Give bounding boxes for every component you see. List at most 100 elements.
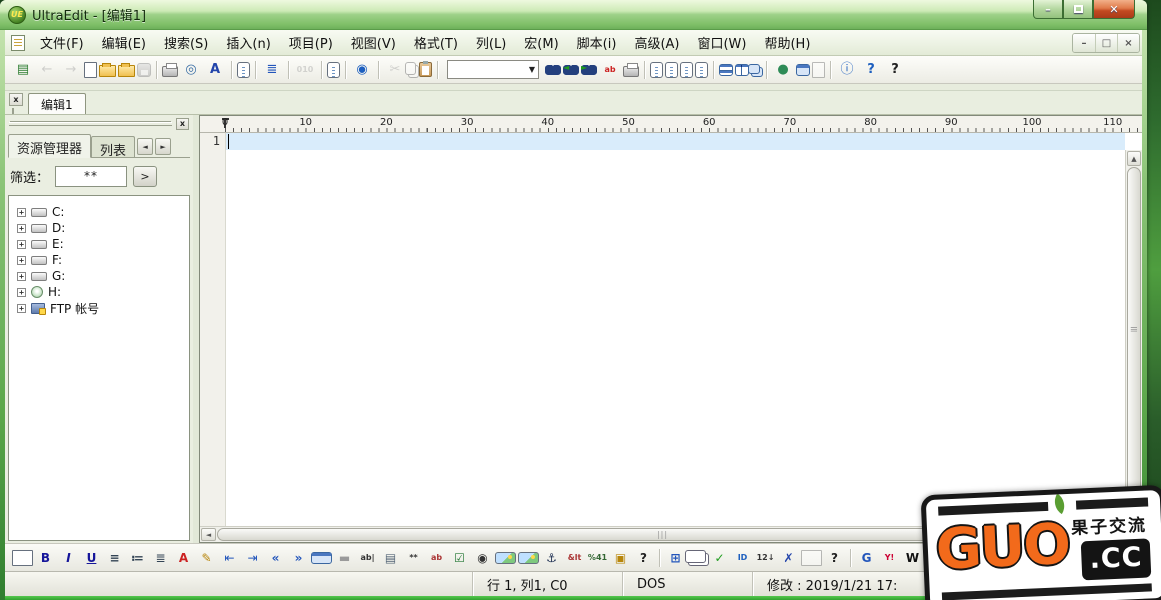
align-right-icon[interactable] — [680, 62, 693, 78]
print-icon[interactable] — [162, 66, 178, 77]
menu-item-6[interactable]: 格式(T) — [405, 30, 467, 55]
menu-item-2[interactable]: 搜索(S) — [155, 30, 217, 55]
filter-input[interactable]: ** — [55, 166, 127, 187]
yahoo-search-icon[interactable]: Y! — [879, 548, 900, 568]
menu-item-3[interactable]: 插入(n) — [217, 30, 279, 55]
form-box-icon[interactable] — [311, 552, 332, 564]
tab-scroll-right-icon[interactable]: ► — [155, 138, 171, 155]
id-icon[interactable]: ID — [732, 548, 753, 568]
table-icon[interactable]: ⊞ — [665, 548, 686, 568]
filter-apply-button[interactable]: > — [133, 166, 157, 187]
expand-icon[interactable]: + — [17, 288, 26, 297]
find-prev-icon[interactable]: ◄ — [563, 65, 579, 75]
paste-icon[interactable] — [419, 62, 432, 77]
tab-explorer[interactable]: 资源管理器 — [8, 134, 91, 158]
tree-item-f[interactable]: +F: — [13, 252, 185, 268]
help-icon[interactable]: ? — [884, 60, 906, 80]
textfield-icon[interactable]: ab| — [357, 548, 378, 568]
image-icon[interactable] — [495, 552, 516, 564]
expand-icon[interactable]: + — [17, 256, 26, 265]
scroll-up-icon[interactable]: ▲ — [1127, 151, 1141, 166]
menu-item-9[interactable]: 脚本(i) — [568, 30, 626, 55]
context-help-icon[interactable]: ? — [860, 60, 882, 80]
panel-grip[interactable] — [9, 122, 172, 126]
copy-html-icon[interactable] — [685, 550, 706, 563]
expand-icon[interactable]: + — [17, 240, 26, 249]
align-center-icon[interactable] — [665, 62, 678, 78]
text-area[interactable] — [226, 133, 1142, 526]
menu-item-12[interactable]: 帮助(H) — [755, 30, 819, 55]
find-combobox[interactable]: ▼ — [447, 60, 539, 79]
google-search-icon[interactable]: G — [856, 548, 877, 568]
bold-icon[interactable]: B — [35, 548, 56, 568]
tool-help-icon[interactable]: ? — [824, 548, 845, 568]
cascade-icon[interactable] — [748, 64, 760, 74]
tree-item-d[interactable]: +D: — [13, 220, 185, 236]
tree-item-e[interactable]: +E: — [13, 236, 185, 252]
menu-item-8[interactable]: 宏(M) — [515, 30, 567, 55]
entity-icon[interactable]: &lt — [564, 548, 585, 568]
html-help-icon[interactable]: ? — [633, 548, 654, 568]
browser-view-icon[interactable]: ◉ — [351, 60, 373, 80]
italic-icon[interactable]: I — [58, 548, 79, 568]
radio-icon[interactable]: ◉ — [472, 548, 493, 568]
numbered-list-icon[interactable]: ≣ — [150, 548, 171, 568]
expand-icon[interactable]: + — [17, 208, 26, 217]
highlight-icon[interactable]: ✎ — [196, 548, 217, 568]
find-icon[interactable] — [545, 65, 561, 75]
listbox-icon[interactable]: ▤ — [380, 548, 401, 568]
expand-icon[interactable]: + — [17, 304, 26, 313]
vertical-scroll-thumb[interactable] — [1127, 167, 1141, 493]
tab-close-button[interactable]: x — [9, 93, 23, 106]
underline-icon[interactable]: U — [81, 548, 102, 568]
tab-list[interactable]: 列表 — [91, 136, 135, 157]
print-preview-icon[interactable]: ◎ — [180, 60, 202, 80]
tab-edit1[interactable]: 编辑1 — [28, 93, 86, 114]
show-window-icon[interactable] — [796, 64, 810, 76]
find-in-files-icon[interactable] — [623, 66, 639, 77]
anchor-icon[interactable]: ⚓ — [541, 548, 562, 568]
page-setup-icon[interactable] — [237, 62, 250, 78]
expand-icon[interactable]: + — [17, 272, 26, 281]
close-button[interactable]: ✕ — [1093, 0, 1135, 19]
label-field-icon[interactable]: ab — [426, 548, 447, 568]
menu-item-1[interactable]: 编辑(E) — [93, 30, 155, 55]
vertical-scrollbar[interactable]: ▲ ▼ — [1125, 150, 1142, 510]
align-left-icon[interactable] — [650, 62, 663, 78]
find-next-icon[interactable]: ► — [581, 65, 597, 75]
font-color-icon[interactable]: A — [173, 548, 194, 568]
tree-item-c[interactable]: +C: — [13, 204, 185, 220]
indent-left-icon[interactable]: « — [265, 548, 286, 568]
outdent-icon[interactable]: ⇤ — [219, 548, 240, 568]
panel-close-button[interactable]: x — [176, 118, 189, 130]
open-file-icon[interactable] — [99, 65, 116, 77]
scroll-left-icon[interactable]: ◄ — [201, 528, 216, 541]
menu-item-10[interactable]: 高级(A) — [625, 30, 688, 55]
tile-vertical-icon[interactable] — [735, 64, 749, 76]
menu-item-4[interactable]: 项目(P) — [280, 30, 342, 55]
font-icon[interactable]: A — [204, 60, 226, 80]
info-icon[interactable]: ⓘ — [836, 60, 858, 80]
indent-icon[interactable]: ⇥ — [242, 548, 263, 568]
syntax-highlight-icon[interactable] — [327, 62, 340, 78]
tree-item-ftp[interactable]: +FTP 帐号 — [13, 300, 185, 316]
menu-item-11[interactable]: 窗口(W) — [688, 30, 755, 55]
reformat-icon[interactable]: ≣ — [261, 60, 283, 80]
checkbox-icon[interactable]: ☑ — [449, 548, 470, 568]
dropdown-arrow-icon[interactable]: ▼ — [529, 65, 535, 74]
mdi-close-button[interactable]: × — [1117, 34, 1139, 52]
number-convert-icon[interactable]: 12↓ — [755, 548, 776, 568]
mdi-restore-button[interactable]: □ — [1095, 34, 1117, 52]
hr-icon[interactable]: ▬ — [334, 548, 355, 568]
menu-item-0[interactable]: 文件(F) — [31, 30, 93, 55]
tree-item-g[interactable]: +G: — [13, 268, 185, 284]
edit-area[interactable]: 1 ▲ ▼ — [200, 133, 1142, 526]
minimize-button[interactable]: – — [1033, 0, 1063, 19]
tab-scroll-left-icon[interactable]: ◄ — [137, 138, 153, 155]
paragraph-icon[interactable]: ≡ — [104, 548, 125, 568]
wikipedia-icon[interactable]: W — [902, 548, 923, 568]
quick-open-icon[interactable] — [118, 65, 135, 77]
menu-item-5[interactable]: 视图(V) — [342, 30, 405, 55]
password-field-icon[interactable]: ** — [403, 548, 424, 568]
picture-icon[interactable] — [518, 552, 539, 564]
